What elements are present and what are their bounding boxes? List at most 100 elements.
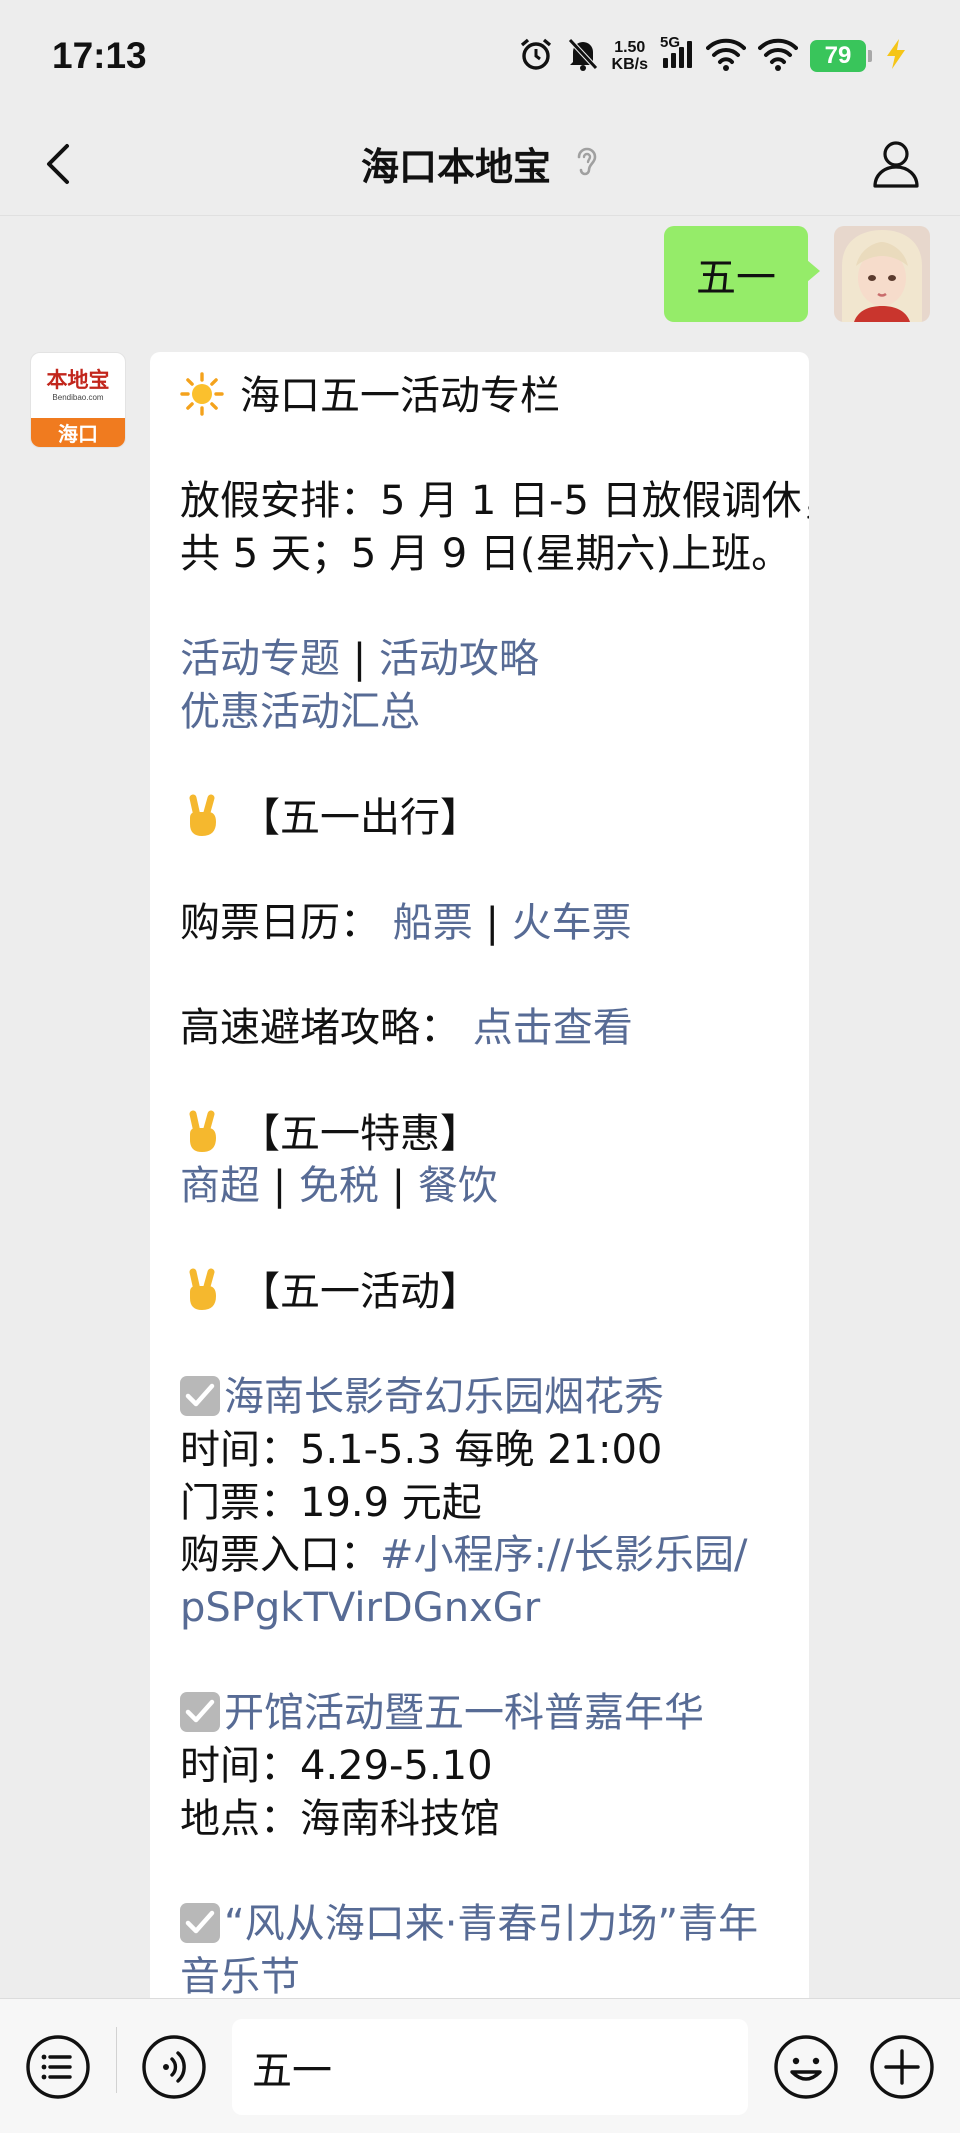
event1-time: 时间：5.1-5.3 每晚 21:00 [180, 1426, 663, 1473]
back-button[interactable] [30, 136, 86, 192]
event2-place: 地点：海南科技馆 [180, 1795, 500, 1842]
alarm-icon [518, 36, 554, 76]
outgoing-bubble[interactable]: 五一 [664, 226, 820, 322]
deals-line: 优惠活动汇总 [180, 686, 787, 739]
victory-hand-icon [180, 1110, 224, 1154]
header-line: 海口五一活动专栏 [180, 370, 787, 423]
special-heading: 【五一特惠】 [240, 1110, 480, 1157]
travel-heading: 【五一出行】 [240, 794, 480, 841]
checkbox-icon [180, 1376, 220, 1417]
victory-hand-icon [180, 794, 224, 838]
separator: | [391, 1163, 406, 1210]
dining-link[interactable]: 餐饮 [418, 1163, 498, 1209]
miniprogram-link-cont[interactable]: pSPgkTVirDGnxGr [180, 1585, 540, 1631]
separator: | [272, 1163, 287, 1210]
highway-line: 高速避堵攻略： 点击查看 [180, 1002, 787, 1055]
ticket-calendar-line: 购票日历： 船票 | 火车票 [180, 897, 787, 950]
mall-link[interactable]: 商超 [180, 1163, 260, 1209]
voice-button[interactable] [140, 2033, 208, 2101]
event2-title-link[interactable]: 开馆活动暨五一科普嘉年华 [224, 1690, 704, 1736]
special-links-line: 商超 | 免税 | 餐饮 [180, 1160, 787, 1213]
separator: | [485, 899, 499, 946]
status-bar: 17:13 1.50 KB/s 5G 79 [0, 0, 960, 112]
divider [116, 2027, 117, 2093]
network-speed: 1.50 KB/s [612, 39, 648, 73]
wifi-icon [706, 37, 746, 75]
speed-unit: KB/s [611, 56, 648, 73]
dutyfree-link[interactable]: 免税 [299, 1163, 379, 1209]
logo-en: Bendibao.com [52, 393, 104, 402]
speed-value: 1.50 [614, 39, 646, 56]
emoji-button[interactable] [772, 2033, 840, 2101]
battery-icon: 79 [810, 40, 872, 72]
nav-title-group: 海口本地宝 [361, 136, 599, 191]
bendibao-avatar[interactable]: 本地宝 Bendibao.com 海口 [30, 352, 126, 448]
sun-icon [180, 372, 224, 416]
highway-guide-link[interactable]: 点击查看 [473, 1005, 633, 1051]
event1-entry-label: 购票入口： [180, 1532, 380, 1579]
activity-heading-line: 【五一活动】 [180, 1266, 787, 1319]
plus-button[interactable] [868, 2033, 936, 2101]
highway-label: 高速避堵攻略： [180, 1005, 460, 1052]
event1-entry-line-2: pSPgkTVirDGnxGr [180, 1582, 787, 1635]
wifi-icon-2 [758, 37, 798, 75]
outgoing-message: 五一 [664, 226, 930, 322]
event1-ticket: 门票：19.9 元起 [180, 1479, 482, 1526]
logo-city: 海口 [31, 418, 125, 447]
profile-button[interactable] [866, 134, 926, 194]
checkbox-icon [180, 1692, 220, 1733]
incoming-bubble[interactable]: 海口五一活动专栏 放假安排：5 月 1 日-5 日放假调休， 共 5 天；5 月… [150, 352, 809, 1998]
event3-title-link[interactable]: “风从海口来·青春引力场”青年 [224, 1901, 758, 1947]
logo-cn: 本地宝 [46, 367, 110, 392]
activity-guide-link[interactable]: 活动攻略 [379, 636, 539, 682]
activity-topic-link[interactable]: 活动专题 [180, 636, 340, 682]
event3-title-line-2: 音乐节 [180, 1951, 787, 1998]
ticket-calendar-label: 购票日历： [180, 899, 380, 946]
activity-heading: 【五一活动】 [240, 1268, 480, 1315]
holiday-line-2: 共 5 天；5 月 9 日(星期六)上班。 [180, 531, 792, 578]
holiday-line-1: 放假安排：5 月 1 日-5 日放假调休， [180, 478, 809, 525]
message-input[interactable] [232, 2019, 748, 2115]
ship-ticket-link[interactable]: 船票 [393, 900, 473, 946]
deals-summary-link[interactable]: 优惠活动汇总 [180, 689, 420, 735]
topic-links-line: 活动专题 | 活动攻略 [180, 633, 787, 686]
separator: | [352, 636, 367, 683]
chat-area[interactable]: 五一 本地宝 Bendibao.com 海口 海口五一活动专栏 放假安排：5 月… [0, 216, 960, 1998]
chevron-left-icon [47, 144, 69, 184]
bendibao-logo: 本地宝 Bendibao.com [31, 353, 125, 418]
plus-icon [870, 2035, 934, 2099]
user-avatar[interactable] [834, 226, 930, 322]
event3-title-link-cont[interactable]: 音乐节 [180, 1954, 300, 1998]
charging-icon [884, 37, 908, 75]
travel-heading-line: 【五一出行】 [180, 792, 787, 845]
train-ticket-link[interactable]: 火车票 [512, 900, 632, 946]
column-title: 海口五一活动专栏 [240, 373, 560, 419]
voice-icon [142, 2035, 206, 2099]
input-bar [0, 1998, 960, 2133]
checkbox-icon [180, 1903, 220, 1944]
miniprogram-link[interactable]: #小程序://长影乐园/ [380, 1532, 747, 1578]
event2-time: 时间：4.29-5.10 [180, 1743, 493, 1790]
event1-entry-line: 购票入口：#小程序://长影乐园/ [180, 1529, 787, 1582]
menu-list-icon [26, 2035, 90, 2099]
person-icon [873, 141, 919, 188]
victory-hand-icon [180, 1268, 224, 1312]
page-title: 海口本地宝 [360, 145, 551, 189]
event2-title-line: 开馆活动暨五一科普嘉年华 [180, 1687, 787, 1740]
network-type: 5G [659, 33, 680, 51]
event1-title-link[interactable]: 海南长影奇幻乐园烟花秀 [224, 1374, 664, 1420]
menu-button[interactable] [24, 2033, 92, 2101]
mute-bell-icon [566, 36, 600, 76]
status-time: 17:13 [52, 35, 147, 76]
ear-icon [575, 145, 599, 183]
